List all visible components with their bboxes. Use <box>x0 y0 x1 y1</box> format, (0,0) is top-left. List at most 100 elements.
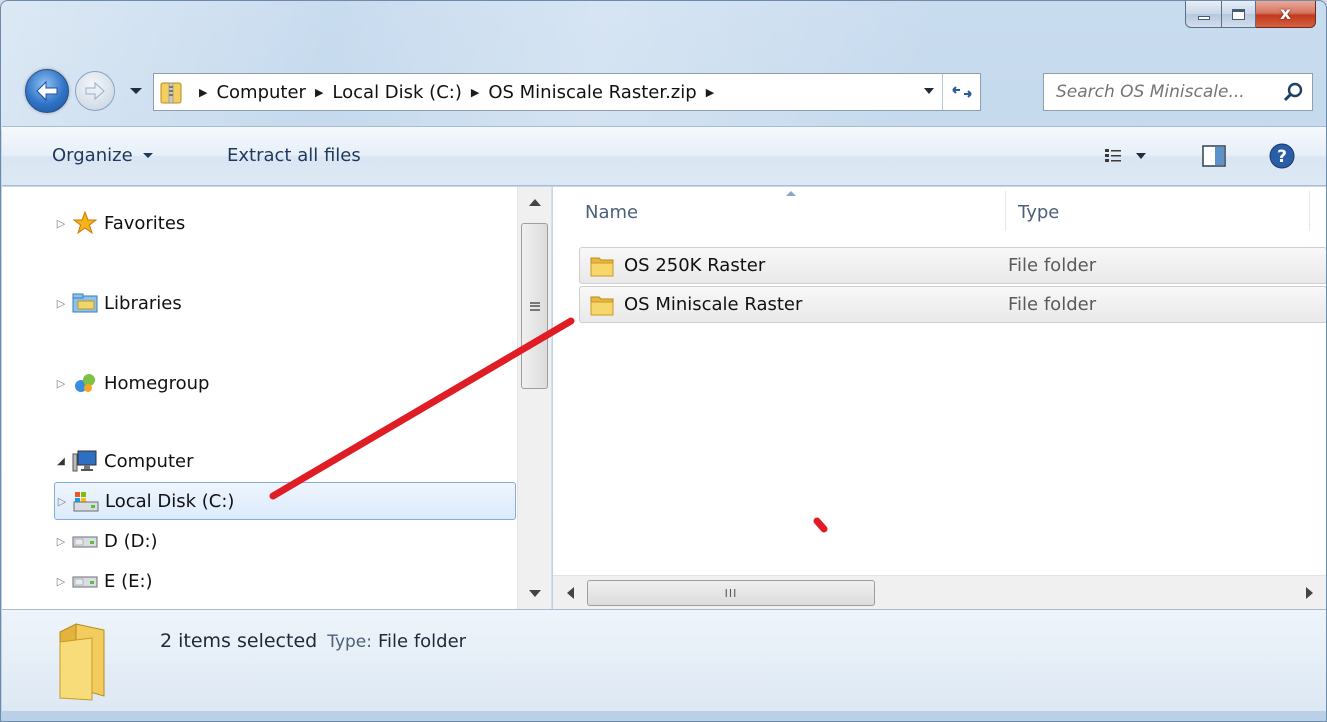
caption-buttons: x <box>1185 1 1316 28</box>
recent-pages-dropdown[interactable] <box>129 84 143 98</box>
file-list: Name Type OS 250K Raster File folder OS … <box>553 187 1326 609</box>
file-row[interactable]: OS Miniscale Raster File folder <box>579 286 1326 323</box>
collapse-icon[interactable]: ◢ <box>54 456 68 467</box>
type-label: Type: <box>327 632 372 652</box>
nav-item-e-drive[interactable]: ▷ E (E:) <box>54 563 153 599</box>
minimize-button[interactable] <box>1185 1 1222 28</box>
homegroup-icon <box>72 371 98 395</box>
star-icon <box>72 211 98 235</box>
extract-all-files-button[interactable]: Extract all files <box>227 145 361 166</box>
file-type: File folder <box>1008 255 1097 276</box>
breadcrumb-computer[interactable]: Computer <box>216 82 305 103</box>
nav-item-libraries[interactable]: ▷ Libraries <box>54 285 182 321</box>
forward-button[interactable] <box>75 71 115 111</box>
scroll-right-icon[interactable] <box>1306 587 1313 599</box>
command-bar: Organize Extract all files ? <box>2 126 1326 186</box>
nav-item-label: Computer <box>104 450 194 472</box>
search-input[interactable] <box>1056 82 1276 102</box>
back-button[interactable] <box>25 69 69 113</box>
scroll-up-icon[interactable] <box>529 199 541 206</box>
column-header-name[interactable]: Name <box>585 187 638 237</box>
folder-icon <box>590 296 614 315</box>
zip-folder-icon <box>160 82 182 104</box>
address-history-dropdown[interactable] <box>924 88 934 94</box>
nav-item-label: E (E:) <box>104 570 153 592</box>
scroll-left-icon[interactable] <box>567 587 574 599</box>
breadcrumb: ▶ Computer ▶ Local Disk (C:) ▶ OS Minisc… <box>190 82 723 103</box>
maximize-icon <box>1232 8 1245 20</box>
column-header-name-label: Name <box>585 201 639 223</box>
nav-item-favorites[interactable]: ▷ Favorites <box>54 205 185 241</box>
column-divider[interactable] <box>1309 191 1310 231</box>
column-divider[interactable] <box>1005 191 1006 231</box>
nav-item-d-drive[interactable]: ▷ D (D:) <box>54 523 158 559</box>
nav-item-label: Local Disk (C:) <box>105 490 235 512</box>
search-box <box>1043 73 1313 111</box>
chevron-down-icon <box>142 153 153 158</box>
breadcrumb-zip[interactable]: OS Miniscale Raster.zip <box>488 82 696 103</box>
back-arrow-icon <box>36 80 58 102</box>
svg-text:?: ? <box>1277 147 1287 167</box>
help-icon: ? <box>1269 143 1295 169</box>
help-button[interactable]: ? <box>1266 141 1298 171</box>
grip-icon <box>529 301 540 311</box>
file-row[interactable]: OS 250K Raster File folder <box>579 247 1326 284</box>
breadcrumb-separator-icon[interactable]: ▶ <box>706 86 714 99</box>
search-icon[interactable] <box>1282 81 1304 103</box>
organize-button[interactable]: Organize <box>52 145 153 166</box>
preview-pane-button[interactable] <box>1198 141 1230 171</box>
details-pane: 2 items selected Type: File folder <box>2 609 1326 711</box>
selection-summary: 2 items selected Type: File folder <box>160 630 466 652</box>
nav-item-label: D (D:) <box>104 530 158 552</box>
sort-ascending-icon <box>786 191 796 196</box>
breadcrumb-local-disk[interactable]: Local Disk (C:) <box>332 82 461 103</box>
chevron-down-icon <box>1136 153 1146 159</box>
expand-icon[interactable]: ▷ <box>54 297 68 310</box>
system-drive-icon <box>73 489 99 513</box>
address-bar[interactable]: ▶ Computer ▶ Local Disk (C:) ▶ OS Minisc… <box>153 73 981 111</box>
change-view-button[interactable] <box>1090 141 1160 171</box>
file-name: OS 250K Raster <box>624 255 766 276</box>
expand-icon[interactable]: ▷ <box>54 535 68 548</box>
file-name: OS Miniscale Raster <box>624 294 803 315</box>
view-list-icon <box>1105 149 1121 162</box>
maximize-button[interactable] <box>1222 1 1256 28</box>
expand-icon[interactable]: ▷ <box>54 377 68 390</box>
navigation-bar: ▶ Computer ▶ Local Disk (C:) ▶ OS Minisc… <box>1 67 1326 117</box>
close-button[interactable]: x <box>1256 1 1316 28</box>
expand-icon[interactable]: ▷ <box>55 495 69 508</box>
computer-icon <box>72 449 98 473</box>
chevron-down-icon <box>130 88 142 94</box>
breadcrumb-separator-icon[interactable]: ▶ <box>199 86 207 99</box>
navigation-pane-scrollbar[interactable] <box>517 187 551 609</box>
column-header-type[interactable]: Type <box>1018 187 1059 237</box>
nav-item-label: Libraries <box>104 292 182 314</box>
nav-item-local-disk-c[interactable]: ▷ Local Disk (C:) <box>54 482 516 520</box>
file-list-horizontal-scrollbar[interactable]: III <box>553 575 1326 609</box>
organize-label: Organize <box>52 145 133 166</box>
file-type: File folder <box>1008 294 1097 315</box>
expand-icon[interactable]: ▷ <box>54 575 68 588</box>
forward-arrow-icon <box>85 82 105 100</box>
minimize-icon <box>1197 16 1210 20</box>
close-icon: x <box>1280 4 1291 24</box>
nav-item-homegroup[interactable]: ▷ Homegroup <box>54 365 210 401</box>
nav-item-computer[interactable]: ◢ Computer <box>54 443 193 479</box>
libraries-icon <box>72 291 98 315</box>
preview-pane-icon <box>1202 145 1226 167</box>
drive-icon <box>72 569 98 593</box>
navigation-pane: ▷ Favorites ▷ Libraries ▷ Homegroup ◢ Co… <box>2 187 552 609</box>
breadcrumb-separator-icon[interactable]: ▶ <box>315 86 323 99</box>
breadcrumb-separator-icon[interactable]: ▶ <box>471 86 479 99</box>
extract-all-files-label: Extract all files <box>227 145 361 166</box>
refresh-icon <box>951 86 972 98</box>
scroll-down-icon[interactable] <box>529 590 541 597</box>
refresh-button[interactable] <box>942 74 980 110</box>
nav-item-label: Favorites <box>104 212 186 234</box>
scrollbar-thumb[interactable]: III <box>587 580 875 606</box>
selection-count: 2 items selected <box>160 630 318 652</box>
expand-icon[interactable]: ▷ <box>54 217 68 230</box>
type-value: File folder <box>377 631 467 652</box>
scrollbar-thumb[interactable] <box>521 223 548 389</box>
explorer-window: x ▶ Computer ▶ Local Disk (C:) ▶ OS Mini… <box>0 0 1327 722</box>
